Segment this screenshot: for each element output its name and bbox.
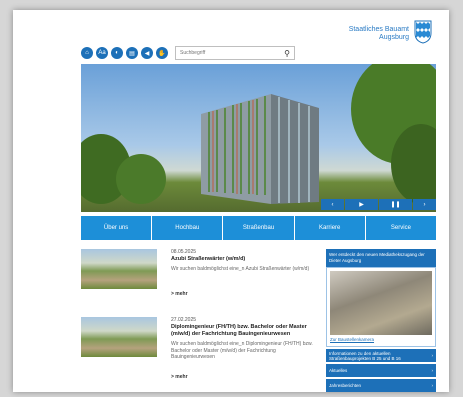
sidebar-header[interactable]: Wer entdeckt den neuen Mediathekszugang …	[326, 249, 436, 267]
page: Staatliches Bauamt Augsburg ⌂ Aa ◐ ▤ ◀ ✋…	[13, 10, 449, 392]
sidebar-item-aktuelles[interactable]: Aktuelles ›	[326, 364, 436, 377]
font-size-icon[interactable]: Aa	[96, 47, 108, 59]
news-item: 27.02.2025 Diplomingenieur (FH/TH) bzw. …	[81, 317, 313, 387]
slider-pause-button[interactable]: ❚❚	[379, 199, 412, 210]
chevron-right-icon: ›	[431, 383, 434, 388]
contrast-icon[interactable]: ◐	[111, 47, 123, 59]
news-more-link[interactable]: > mehr	[171, 374, 188, 380]
news-title[interactable]: Azubi Straßenwärter (w/m/d)	[171, 256, 321, 263]
nav-item-karriere[interactable]: Karriere	[294, 216, 365, 240]
agency-logo-text[interactable]: Staatliches Bauamt Augsburg	[349, 26, 409, 42]
sign-language-icon[interactable]: ✋	[156, 47, 168, 59]
hero-slider: ‹ ▶ ❚❚ ›	[81, 64, 436, 212]
accessibility-toolbar: ⌂ Aa ◐ ▤ ◀ ✋	[81, 47, 168, 59]
sidebar: Wer entdeckt den neuen Mediathekszugang …	[326, 249, 436, 392]
tree-image	[116, 154, 166, 204]
chevron-right-icon: ›	[431, 368, 434, 373]
slider-prev-button[interactable]: ‹	[321, 199, 344, 210]
nav-item-ueber-uns[interactable]: Über uns	[81, 216, 152, 240]
nav-item-strassenbau[interactable]: Straßenbau	[223, 216, 294, 240]
sidebar-item-jahresberichte[interactable]: Jahresberichten ›	[326, 379, 436, 392]
logo-line-2: Augsburg	[379, 34, 409, 41]
nav-item-service[interactable]: Service	[365, 216, 437, 240]
speaker-icon[interactable]: ◀	[141, 47, 153, 59]
news-thumbnail[interactable]	[81, 317, 157, 357]
slider-controls: ‹ ▶ ❚❚ ›	[321, 199, 436, 210]
news-more-link[interactable]: > mehr	[171, 291, 188, 297]
chevron-right-icon: ›	[431, 353, 434, 358]
news-thumbnail[interactable]	[81, 249, 157, 289]
building-image	[201, 94, 319, 204]
search-icon[interactable]: ⚲	[284, 49, 290, 58]
construction-site-image[interactable]	[330, 271, 432, 335]
sidebar-item-label: Informationen zu den aktuellen Straßenba…	[329, 350, 401, 361]
news-date: 08.05.2025	[171, 249, 197, 255]
news-text: Wir suchen baldmöglichst eine_n Diplomin…	[171, 341, 313, 360]
news-date: 27.02.2025	[171, 317, 197, 323]
sidebar-item-label: Jahresberichten	[329, 383, 362, 388]
sidebar-item-label: Aktuelles	[329, 368, 348, 373]
nav-item-hochbau[interactable]: Hochbau	[152, 216, 223, 240]
slider-next-button[interactable]: ›	[413, 199, 436, 210]
webcam-box: Zur Baustellenkamera	[326, 267, 436, 347]
slider-play-button[interactable]: ▶	[345, 199, 378, 210]
news-item: 08.05.2025 Azubi Straßenwärter (w/m/d) W…	[81, 249, 311, 309]
search-input[interactable]	[180, 50, 270, 56]
main-navigation: Über uns Hochbau Straßenbau Karriere Ser…	[81, 216, 437, 240]
search-box: ⚲	[175, 46, 295, 60]
bavarian-crest-icon[interactable]	[413, 18, 433, 44]
home-icon[interactable]: ⌂	[81, 47, 93, 59]
news-text: Wir suchen baldmöglichst eine_n Azubi St…	[171, 266, 310, 272]
webcam-link[interactable]: Zur Baustellenkamera	[330, 337, 432, 342]
sidebar-item-projects[interactable]: Informationen zu den aktuellen Straßenba…	[326, 349, 436, 362]
logo-line-1: Staatliches Bauamt	[348, 26, 409, 33]
news-title[interactable]: Diplomingenieur (FH/TH) bzw. Bachelor od…	[171, 324, 321, 338]
print-icon[interactable]: ▤	[126, 47, 138, 59]
